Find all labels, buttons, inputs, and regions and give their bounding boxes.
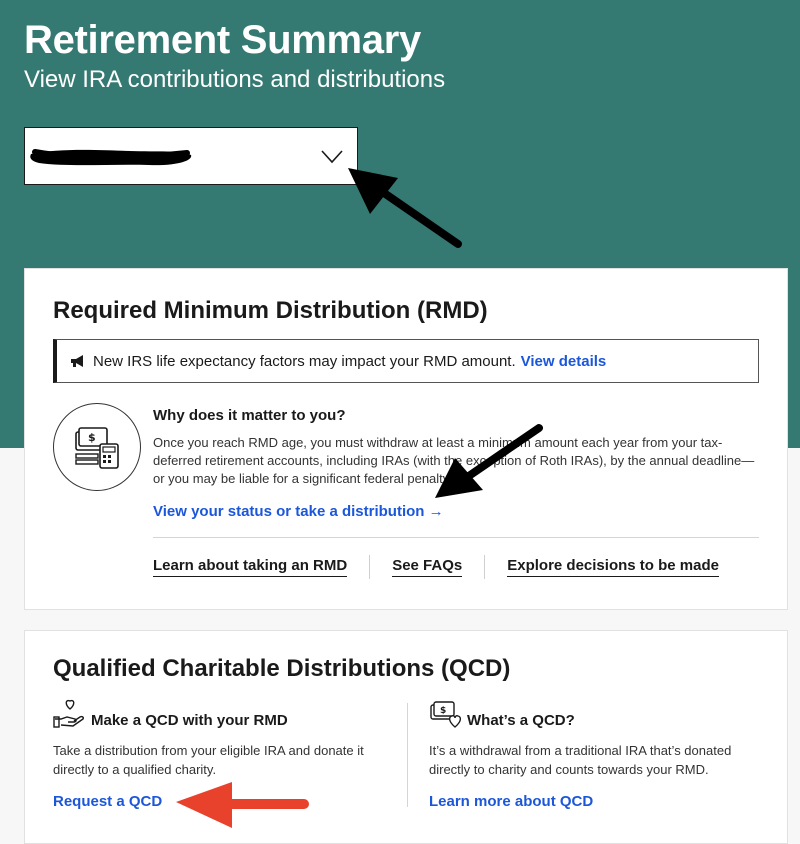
svg-text:$: $ [440, 706, 446, 716]
rmd-notice-banner: New IRS life expectancy factors may impa… [53, 339, 759, 383]
qcd-make-text: Take a distribution from your eligible I… [53, 743, 364, 777]
why-heading: Why does it matter to you? [153, 407, 346, 424]
learn-more-qcd-link[interactable]: Learn more about QCD [429, 793, 593, 810]
hand-heart-icon [53, 699, 84, 728]
svg-text:$: $ [88, 431, 96, 444]
redaction-scribble [30, 149, 192, 166]
column-divider [407, 703, 408, 807]
account-select[interactable] [24, 127, 358, 185]
view-status-link[interactable]: View your status or take a distribution … [153, 503, 444, 520]
qcd-info-heading: What’s a QCD? [467, 712, 575, 729]
chevron-down-icon[interactable] [321, 150, 343, 164]
qcd-title: Qualified Charitable Distributions (QCD) [53, 655, 511, 682]
qcd-card: Qualified Charitable Distributions (QCD)… [24, 630, 788, 844]
view-status-label: View your status or take a distribution [153, 503, 425, 520]
view-details-link[interactable]: View details [521, 353, 607, 370]
qcd-make-heading: Make a QCD with your RMD [91, 712, 288, 729]
see-faqs-link[interactable]: See FAQs [392, 557, 463, 577]
qcd-info-text: It’s a withdrawal from a traditional IRA… [429, 743, 732, 777]
why-body: Once you reach RMD age, you must withdra… [153, 435, 755, 486]
rmd-illustration: $ [53, 403, 141, 491]
arrow-right-icon: → [428, 503, 444, 520]
qcd-make-section: Make a QCD with your RMD Take a distribu… [53, 697, 393, 811]
rmd-card: Required Minimum Distribution (RMD) New … [24, 268, 788, 610]
explore-decisions-link[interactable]: Explore decisions to be made [507, 557, 719, 577]
divider [153, 537, 759, 538]
page-title: Retirement Summary [24, 18, 421, 62]
page-subtitle: View IRA contributions and distributions [24, 66, 446, 93]
learn-rmd-link[interactable]: Learn about taking an RMD [153, 557, 348, 577]
qcd-info-section: $ What’s a QCD? It’s a withdrawal from a… [429, 697, 769, 811]
rmd-bottom-links: Learn about taking an RMD See FAQs Explo… [153, 555, 759, 579]
money-calculator-icon: $ [75, 427, 119, 469]
request-qcd-link[interactable]: Request a QCD [53, 793, 162, 810]
link-separator [484, 555, 486, 579]
rmd-title: Required Minimum Distribution (RMD) [53, 297, 488, 324]
link-separator [369, 555, 371, 579]
money-heart-icon: $ [430, 701, 462, 728]
megaphone-icon [71, 355, 83, 367]
notice-text: New IRS life expectancy factors may impa… [93, 352, 516, 370]
